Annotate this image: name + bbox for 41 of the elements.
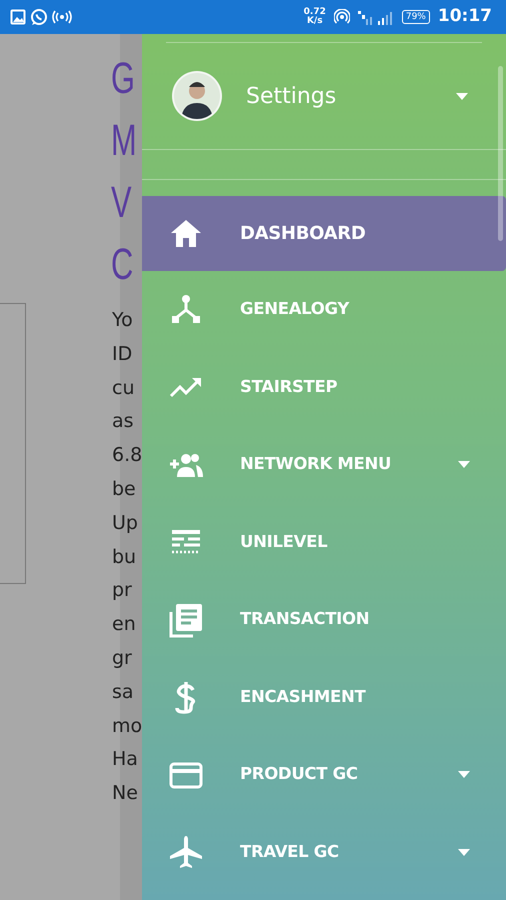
message-line: 6.8	[112, 443, 142, 468]
clock: 10:17	[438, 5, 492, 28]
chat-icon	[30, 8, 48, 26]
hotspot-icon	[334, 9, 350, 25]
message-line: Up	[112, 510, 138, 536]
message-line: en	[112, 612, 136, 638]
menu-item[interactable]: DASHBOARD	[142, 196, 506, 271]
message-line: pr	[112, 578, 132, 604]
greeting-word: V	[111, 177, 132, 229]
message-line: Ha	[112, 747, 138, 772]
menu-item[interactable]: TRAVEL GC	[142, 814, 506, 891]
settings-label: Settings	[246, 82, 336, 110]
message-line: gr	[112, 646, 132, 671]
greeting-word: G	[111, 53, 135, 105]
menu-item[interactable]: STAIRSTEP	[142, 348, 506, 426]
message-line: as	[112, 409, 134, 434]
menu-item[interactable]: NETWORK MENU	[142, 426, 506, 504]
message-line: cu	[112, 376, 134, 401]
document-icon	[168, 602, 204, 638]
broadcast-icon	[52, 10, 72, 24]
menu-item[interactable]: UNILEVEL	[142, 504, 506, 581]
menu-item[interactable]: PRODUCT GC	[142, 736, 506, 814]
menu-item[interactable]: TRANSACTION	[142, 581, 506, 658]
airplane-icon	[168, 834, 204, 870]
greeting-word: M	[111, 115, 137, 167]
greeting-word: C	[111, 239, 134, 291]
signal-icon	[358, 9, 394, 25]
menu-item[interactable]: GENEALOGY	[142, 271, 506, 348]
message-line: Yo	[112, 308, 133, 333]
network-speed: 0.72 K/s	[304, 8, 326, 26]
avatar-icon	[172, 71, 222, 121]
menu-item[interactable]: ENCASHMENT	[142, 658, 506, 736]
message-line: mo	[112, 714, 142, 739]
message-line: Ne	[112, 781, 138, 806]
settings-header[interactable]: Settings	[142, 43, 506, 149]
message-line: ID	[112, 342, 132, 367]
gallery-icon	[10, 9, 26, 25]
message-line: be	[112, 476, 136, 502]
message-line: bu	[112, 544, 136, 570]
message-line: sa	[112, 680, 134, 705]
battery-indicator: 79%	[402, 10, 430, 24]
